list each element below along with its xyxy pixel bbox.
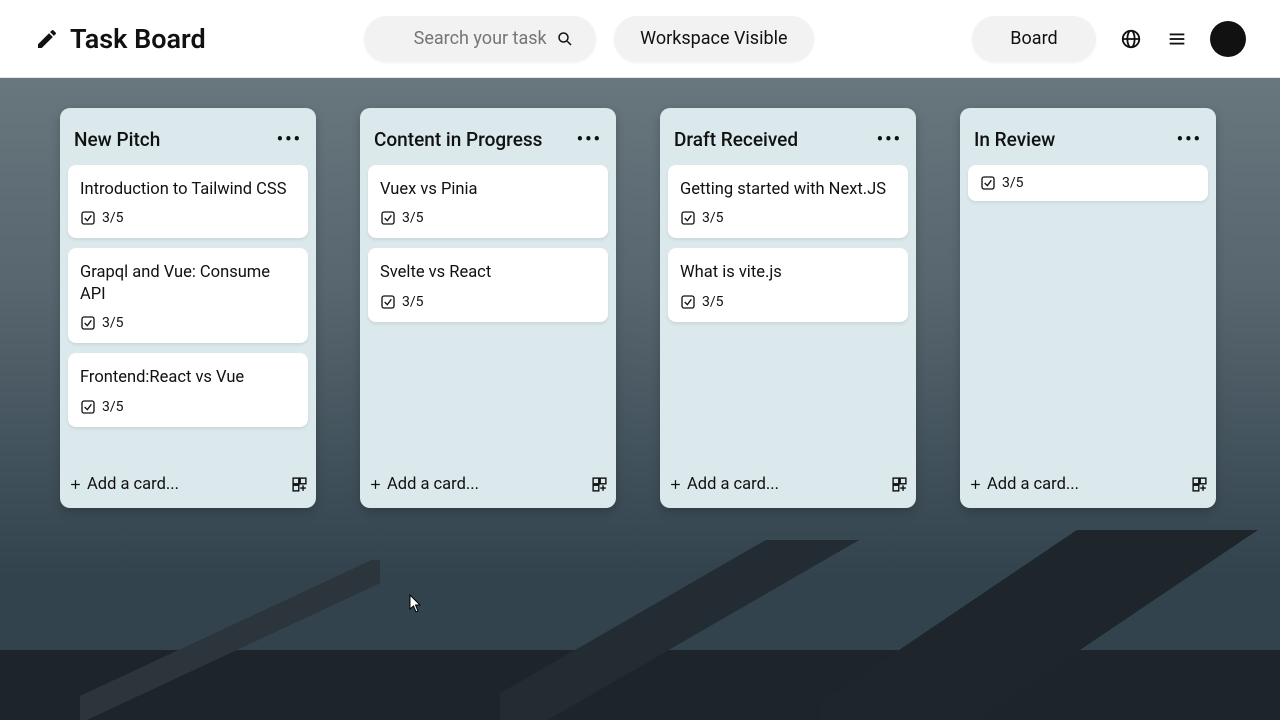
template-icon[interactable] [1191, 476, 1208, 493]
card-progress-value: 3/5 [102, 210, 124, 226]
menu-icon[interactable] [1164, 26, 1190, 52]
add-card-label: Add a card... [87, 475, 179, 494]
column-header: New Pitch ••• [68, 120, 308, 165]
column-title: New Pitch [74, 128, 160, 151]
globe-icon[interactable] [1118, 26, 1144, 52]
column-title: Draft Received [674, 128, 798, 151]
plus-icon [368, 477, 383, 492]
column-title: In Review [974, 128, 1055, 151]
card-list: Introduction to Tailwind CSS 3/5 Grapql … [68, 165, 308, 427]
card-progress: 3/5 [680, 210, 896, 226]
card-progress-value: 3/5 [402, 210, 424, 226]
card-progress: 3/5 [680, 294, 896, 310]
workspace-visibility-button[interactable]: Workspace Visible [614, 16, 813, 62]
edit-icon [34, 26, 60, 52]
card-title: Getting started with Next.JS [680, 179, 896, 200]
check-icon [80, 210, 96, 226]
add-card-label: Add a card... [987, 475, 1079, 494]
add-card-button[interactable]: Add a card... [368, 475, 479, 494]
search-icon[interactable] [552, 26, 578, 52]
card-progress-value: 3/5 [102, 315, 124, 331]
board-view-label: Board [1010, 28, 1057, 49]
board-view-button[interactable]: Board [972, 16, 1096, 62]
add-card-row: Add a card... [368, 455, 608, 494]
search-input[interactable] [405, 28, 555, 49]
add-card-button[interactable]: Add a card... [668, 475, 779, 494]
check-icon [80, 399, 96, 415]
add-card-button[interactable]: Add a card... [68, 475, 179, 494]
workspace-visibility-label: Workspace Visible [640, 28, 787, 49]
card[interactable]: What is vite.js 3/5 [668, 248, 908, 321]
check-icon [380, 294, 396, 310]
column-header: Content in Progress ••• [368, 120, 608, 165]
card[interactable]: Frontend:React vs Vue 3/5 [68, 353, 308, 426]
card-progress: 3/5 [80, 315, 296, 331]
card-list: Getting started with Next.JS 3/5 What is… [668, 165, 908, 322]
board: New Pitch ••• Introduction to Tailwind C… [0, 78, 1280, 538]
card[interactable]: Introduction to Tailwind CSS 3/5 [68, 165, 308, 238]
card-progress: 3/5 [980, 175, 1196, 191]
template-icon[interactable] [891, 476, 908, 493]
card[interactable]: Svelte vs React 3/5 [368, 248, 608, 321]
template-icon[interactable] [291, 476, 308, 493]
column: New Pitch ••• Introduction to Tailwind C… [60, 108, 316, 508]
card-progress: 3/5 [380, 294, 596, 310]
plus-icon [68, 477, 83, 492]
card-title: Introduction to Tailwind CSS [80, 179, 296, 200]
card[interactable]: 3/5 [968, 165, 1208, 201]
topbar: Task Board Workspace Visible Board [0, 0, 1280, 78]
card-list: Vuex vs Pinia 3/5 Svelte vs React 3/5 [368, 165, 608, 322]
card[interactable]: Grapql and Vue: Consume API 3/5 [68, 248, 308, 343]
template-icon[interactable] [591, 476, 608, 493]
search-pill[interactable] [364, 16, 596, 62]
column-title: Content in Progress [374, 128, 542, 151]
check-icon [80, 315, 96, 331]
card-progress: 3/5 [80, 210, 296, 226]
column: Draft Received ••• Getting started with … [660, 108, 916, 508]
add-card-row: Add a card... [68, 455, 308, 494]
column: Content in Progress ••• Vuex vs Pinia 3/… [360, 108, 616, 508]
check-icon [980, 175, 996, 191]
card-progress-value: 3/5 [102, 399, 124, 415]
plus-icon [968, 477, 983, 492]
add-card-row: Add a card... [668, 455, 908, 494]
plus-icon [668, 477, 683, 492]
check-icon [380, 210, 396, 226]
card-progress: 3/5 [80, 399, 296, 415]
column-header: Draft Received ••• [668, 120, 908, 165]
brand: Task Board [34, 23, 206, 55]
card-progress-value: 3/5 [702, 294, 724, 310]
card-progress-value: 3/5 [702, 210, 724, 226]
column-header: In Review ••• [968, 120, 1208, 165]
check-icon [680, 210, 696, 226]
add-card-label: Add a card... [687, 475, 779, 494]
card-progress: 3/5 [380, 210, 596, 226]
card-title: Grapql and Vue: Consume API [80, 262, 296, 305]
column: In Review ••• 3/5 Add a card... [960, 108, 1216, 508]
card-title: Svelte vs React [380, 262, 596, 283]
add-card-button[interactable]: Add a card... [968, 475, 1079, 494]
card[interactable]: Vuex vs Pinia 3/5 [368, 165, 608, 238]
card-progress-value: 3/5 [402, 294, 424, 310]
card-title: What is vite.js [680, 262, 896, 283]
app-title: Task Board [70, 23, 206, 55]
card-progress-value: 3/5 [1002, 175, 1024, 191]
card-list: 3/5 [968, 165, 1208, 201]
card[interactable]: Getting started with Next.JS 3/5 [668, 165, 908, 238]
check-icon [680, 294, 696, 310]
card-title: Vuex vs Pinia [380, 179, 596, 200]
card-title: Frontend:React vs Vue [80, 367, 296, 388]
avatar[interactable] [1210, 21, 1246, 57]
add-card-label: Add a card... [387, 475, 479, 494]
add-card-row: Add a card... [968, 455, 1208, 494]
topbar-right-icons [1118, 21, 1246, 57]
